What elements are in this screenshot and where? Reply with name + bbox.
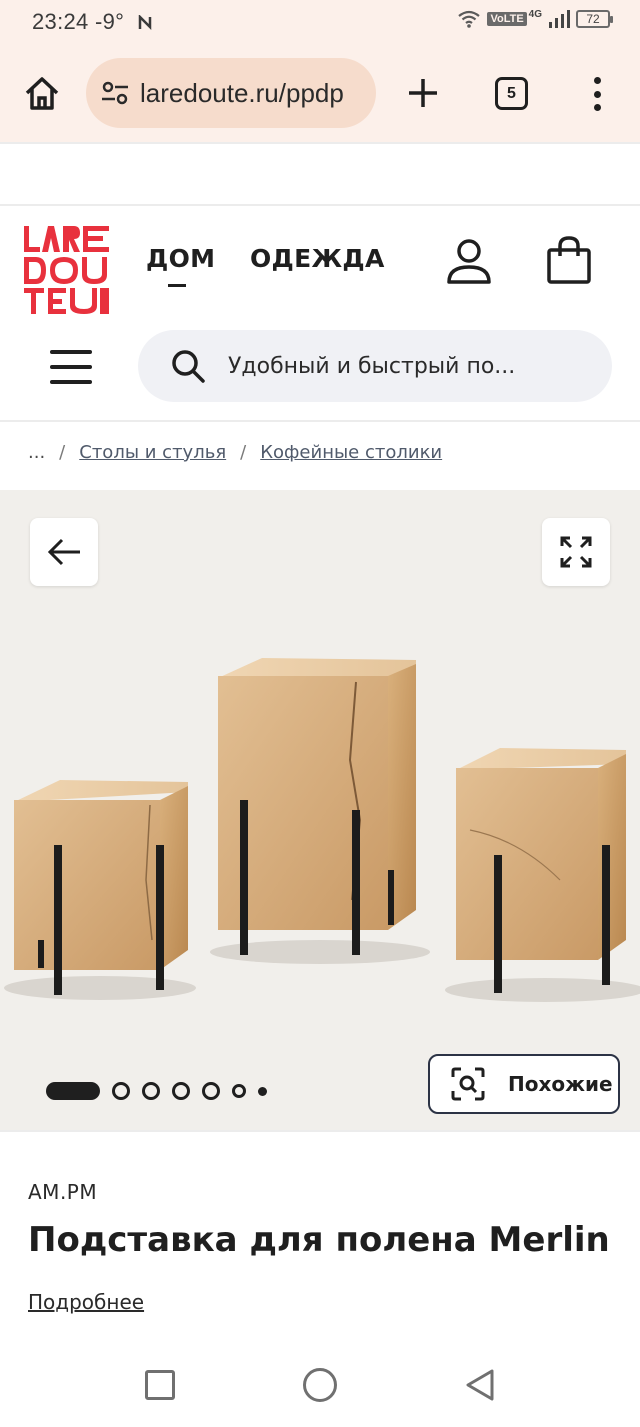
similar-label: Похожие (508, 1072, 613, 1096)
product-title: Подставка для полена Merlin (28, 1220, 610, 1260)
user-icon (447, 239, 491, 284)
battery-level: 72 (586, 12, 600, 26)
search-placeholder: Удобный и быстрый по... (228, 353, 516, 379)
divider (0, 1130, 640, 1132)
status-indicators: VoLTE 4G 72 (457, 8, 613, 28)
network-type: 4G (528, 8, 542, 20)
similar-products-button[interactable]: Похожие (428, 1054, 620, 1114)
breadcrumb-ellipsis[interactable]: ... (28, 442, 45, 463)
account-button[interactable] (444, 236, 494, 286)
cart-button[interactable] (544, 234, 594, 286)
wifi-icon (458, 10, 481, 28)
new-tab-icon (409, 79, 437, 107)
tab-count: 5 (507, 84, 516, 102)
search-icon (172, 350, 205, 383)
site-info-icon[interactable] (100, 78, 130, 108)
pagination-dot[interactable] (258, 1086, 267, 1096)
menu-dot (593, 90, 601, 98)
search-input[interactable]: Удобный и быстрый по... (138, 330, 612, 402)
address-bar[interactable]: laredoute.ru/ppdp (86, 58, 376, 128)
breadcrumb-separator: / (240, 442, 247, 463)
back-triangle-icon[interactable] (462, 1367, 498, 1403)
browser-toolbar: laredoute.ru/ppdp 5 (0, 56, 640, 128)
fullscreen-button[interactable] (542, 518, 610, 586)
recent-apps-button[interactable] (145, 1370, 175, 1400)
battery-icon: 72 (576, 10, 613, 28)
browser-menu-button[interactable] (583, 74, 611, 114)
arrow-left-icon (47, 538, 80, 566)
more-details-link[interactable]: Подробнее (28, 1290, 144, 1314)
pagination-dot[interactable] (142, 1082, 160, 1100)
hamburger-line (50, 380, 92, 384)
hamburger-line (50, 365, 92, 369)
breadcrumb-separator: / (59, 442, 66, 463)
browser-chrome: 23:24 -9° VoLTE 4G 72 laredoute.ru/ppdp … (0, 0, 640, 142)
product-image (4, 658, 640, 1002)
product-gallery[interactable]: Похожие (0, 490, 640, 1130)
pagination-dot[interactable] (172, 1082, 190, 1100)
nav-active-indicator (168, 284, 186, 287)
pagination-dot[interactable] (232, 1084, 246, 1098)
breadcrumb: ... / Столы и стулья / Кофейные столики (28, 442, 442, 463)
tabs-button[interactable]: 5 (495, 77, 528, 110)
hamburger-line (50, 350, 92, 354)
shopping-bag-icon (547, 236, 591, 284)
volte-badge: VoLTE (487, 12, 527, 26)
pagination-dot[interactable] (202, 1082, 220, 1100)
temperature-text: -9° (94, 9, 125, 34)
url-text: laredoute.ru/ppdp (140, 77, 344, 108)
back-button[interactable] (30, 518, 98, 586)
home-system-button[interactable] (303, 1368, 337, 1402)
status-bar: 23:24 -9° VoLTE 4G 72 (0, 0, 640, 44)
nav-clothing-category[interactable]: ОДЕЖДА (250, 244, 385, 273)
status-time: 23:24 -9° (32, 9, 157, 35)
divider (0, 420, 640, 422)
system-nav-bar (0, 1345, 640, 1427)
nav-home-category[interactable]: ДОМ (146, 244, 215, 273)
categories-menu-button[interactable] (50, 350, 92, 384)
page-top-spacer (0, 142, 640, 206)
gallery-pagination (46, 1082, 267, 1100)
menu-dot (593, 77, 601, 84)
breadcrumb-tables-chairs[interactable]: Столы и стулья (79, 442, 226, 463)
product-brand[interactable]: AM.PM (28, 1180, 97, 1204)
menu-dot (593, 104, 601, 111)
clock-text: 23:24 (32, 9, 89, 34)
home-button[interactable] (22, 74, 62, 114)
pagination-dot[interactable] (112, 1082, 130, 1100)
signal-icon (549, 10, 570, 28)
home-icon (25, 77, 59, 110)
new-tab-button[interactable] (404, 74, 442, 112)
n-notification-icon (138, 14, 151, 31)
laredoute-logo[interactable] (22, 224, 112, 316)
breadcrumb-coffee-tables[interactable]: Кофейные столики (260, 442, 442, 463)
pagination-dot-active[interactable] (46, 1082, 100, 1100)
visual-search-icon (451, 1067, 485, 1101)
expand-icon (560, 536, 592, 568)
